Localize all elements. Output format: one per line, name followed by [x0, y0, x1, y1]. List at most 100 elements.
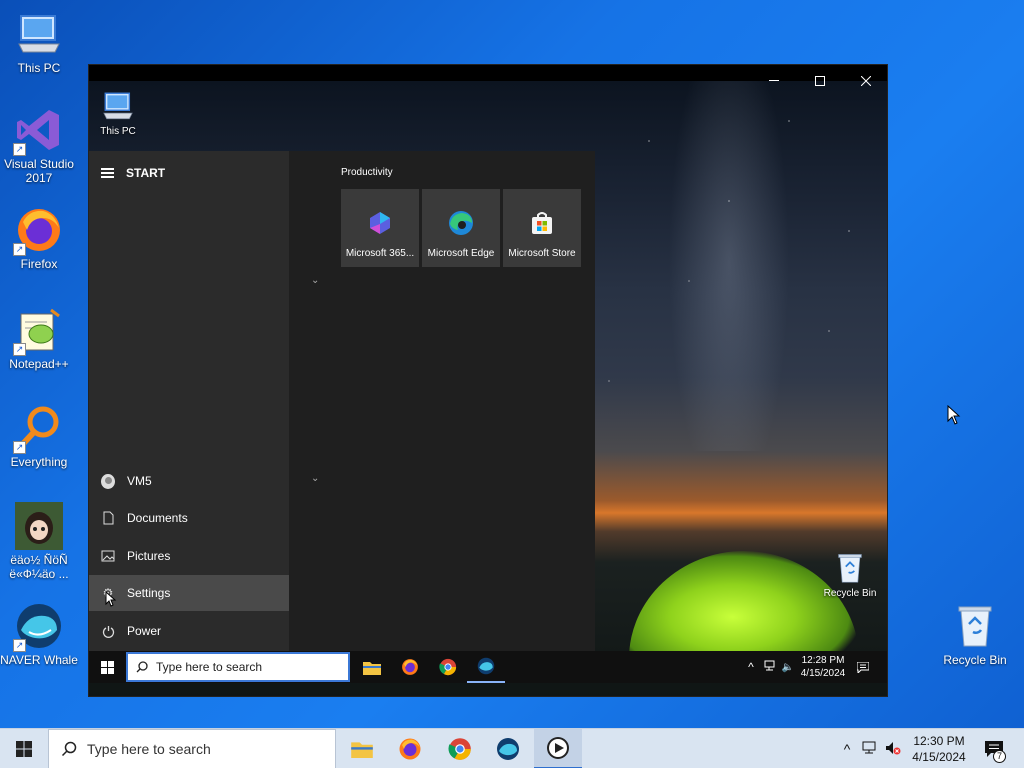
vm-titlebar[interactable]	[89, 65, 887, 86]
taskbar-naver-whale[interactable]	[484, 729, 532, 768]
document-icon	[101, 511, 115, 525]
naver-whale-icon	[497, 738, 519, 760]
close-button[interactable]	[843, 65, 887, 97]
firefox-icon	[399, 738, 421, 760]
picture-icon	[101, 549, 115, 563]
clock-time: 12:30 PM	[913, 734, 965, 748]
desktop-icon-anime-image[interactable]: ëäo½ ÑöÑ ë«Ф¼äo ...	[0, 502, 78, 581]
vm-system-tray: ^ 🔈	[741, 651, 797, 683]
microsoft-365-icon	[370, 212, 390, 234]
desktop-icon-visual-studio[interactable]: ↗ Visual Studio 2017	[0, 106, 78, 185]
desktop-icon-firefox[interactable]: ↗ Firefox	[0, 206, 78, 271]
vm-taskbar-chrome[interactable]	[429, 651, 467, 683]
mouse-cursor-icon	[947, 405, 961, 425]
taskbar-chrome[interactable]	[436, 729, 484, 768]
tile-microsoft-edge[interactable]: Microsoft Edge	[422, 189, 500, 267]
start-menu-user[interactable]: VM5	[89, 463, 289, 499]
vm-start-button[interactable]	[89, 651, 125, 683]
desktop-icon-label: ëäo½ ÑöÑ ë«Ф¼äo ...	[9, 553, 69, 581]
desktop-icon-label: Firefox	[20, 257, 58, 271]
taskbar-file-explorer[interactable]	[338, 729, 386, 768]
desktop-icon-naver-whale[interactable]: ↗ NAVER Whale	[0, 602, 78, 667]
search-box[interactable]: Type here to search	[48, 729, 336, 768]
tile-microsoft-365[interactable]: Microsoft 365...	[341, 189, 419, 267]
start-menu-documents[interactable]: Documents	[89, 500, 289, 536]
volume-muted-icon[interactable]: 🔈	[779, 662, 797, 673]
maximize-button[interactable]	[797, 65, 843, 97]
vm-window[interactable]: This PC Recycle Bin START VM5 Documents …	[88, 64, 888, 697]
vm-taskbar-file-explorer[interactable]	[353, 651, 391, 683]
vm-desktop-icon-label: This PC	[100, 126, 136, 137]
tile-label: Microsoft 365...	[345, 248, 415, 259]
notepad-plus-plus-icon: ↗	[13, 306, 63, 356]
menu-item-label: Pictures	[127, 549, 171, 563]
taskbar-firefox[interactable]	[386, 729, 434, 768]
system-tray: ^	[836, 729, 904, 768]
start-button[interactable]	[0, 729, 48, 768]
minimize-button[interactable]	[751, 65, 797, 97]
start-menu-header[interactable]: START	[89, 161, 289, 185]
clock-date: 4/15/2024	[912, 750, 966, 764]
vm-notification-center[interactable]	[853, 651, 873, 683]
shortcut-arrow-icon: ↗	[13, 441, 26, 454]
chrome-icon	[448, 738, 471, 760]
desktop-icon-recycle-bin[interactable]: Recycle Bin	[936, 602, 1014, 667]
play-circle-icon	[547, 737, 569, 759]
shortcut-arrow-icon: ↗	[13, 343, 26, 356]
chevron-up-icon[interactable]: ^	[741, 660, 761, 674]
tile-label: Microsoft Store	[508, 248, 576, 259]
minimize-icon	[769, 80, 779, 81]
desktop-icon-label: NAVER Whale	[0, 653, 78, 667]
desktop-icon-label: This PC	[17, 61, 61, 75]
chevron-down-icon[interactable]: ⌄	[311, 275, 319, 286]
start-header-label: START	[126, 166, 166, 180]
taskbar-vm-player[interactable]	[534, 729, 582, 768]
start-menu-tiles-pane: Productivity ⌄ ⌄ Microsoft 365... Micros…	[289, 151, 595, 651]
visual-studio-icon: ↗	[13, 106, 63, 156]
shortcut-arrow-icon: ↗	[13, 243, 26, 256]
anime-character-icon	[15, 502, 63, 550]
network-icon[interactable]	[858, 741, 882, 758]
notification-center[interactable]: 7	[978, 729, 1010, 768]
desktop-icon-notepad-plus-plus[interactable]: ↗ Notepad++	[0, 306, 78, 371]
vm-desktop-icon-recycle-bin[interactable]: Recycle Bin	[815, 551, 885, 600]
desktop-icon-label: Recycle Bin	[943, 653, 1007, 667]
start-menu-power[interactable]: Power	[89, 613, 289, 649]
power-icon	[101, 624, 115, 638]
desktop-icon-label: Everything	[10, 455, 68, 469]
vm-taskbar-firefox[interactable]	[391, 651, 429, 683]
edge-icon	[449, 211, 473, 235]
vm-desktop-icon-this-pc[interactable]: This PC	[89, 89, 153, 138]
vm-clock[interactable]: 12:28 PM 4/15/2024	[799, 651, 847, 683]
desktop-icon-label: Visual Studio 2017	[4, 157, 74, 185]
this-pc-icon	[101, 89, 135, 123]
shortcut-arrow-icon: ↗	[13, 639, 26, 652]
windows-logo-icon	[100, 660, 114, 674]
tile-group-title: Productivity	[341, 167, 393, 178]
hamburger-menu-icon	[101, 166, 114, 181]
desktop-icon-everything[interactable]: ↗ Everything	[0, 404, 78, 469]
naver-whale-icon: ↗	[13, 602, 63, 652]
start-menu-left-pane: START VM5 Documents Pictures ⚙ Settings …	[89, 151, 289, 651]
recycle-bin-icon	[951, 602, 999, 650]
start-menu-settings[interactable]: ⚙ Settings	[89, 575, 289, 611]
chevron-up-icon[interactable]: ^	[836, 741, 858, 757]
tile-microsoft-store[interactable]: Microsoft Store	[503, 189, 581, 267]
vm-taskbar-whale[interactable]	[467, 651, 505, 683]
start-menu-pictures[interactable]: Pictures	[89, 538, 289, 574]
vm-search-placeholder: Type here to search	[156, 660, 263, 674]
desktop-icon-this-pc[interactable]: This PC	[0, 10, 78, 75]
vm-search-box[interactable]: Type here to search	[126, 652, 350, 682]
vm-clock-time: 12:28 PM	[801, 655, 845, 666]
chrome-icon	[439, 658, 457, 676]
tile-label: Microsoft Edge	[427, 248, 495, 259]
search-icon	[61, 741, 77, 757]
network-icon[interactable]	[761, 660, 779, 674]
chevron-down-icon[interactable]: ⌄	[311, 473, 319, 484]
volume-muted-icon[interactable]	[882, 741, 904, 758]
desktop-icon-label: Notepad++	[9, 357, 69, 371]
search-placeholder: Type here to search	[87, 741, 211, 757]
user-avatar-icon	[101, 473, 115, 489]
clock[interactable]: 12:30 PM 4/15/2024	[906, 729, 972, 768]
vm-clock-date: 4/15/2024	[800, 668, 846, 679]
